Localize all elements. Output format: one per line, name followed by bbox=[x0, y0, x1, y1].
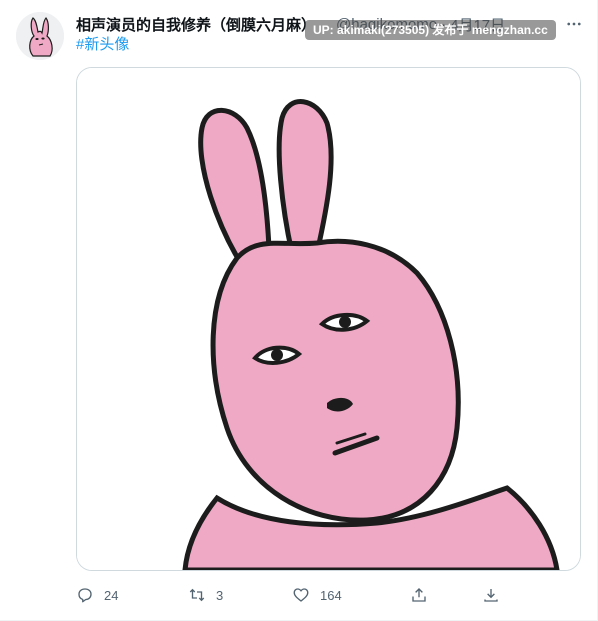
like-button[interactable]: 164 bbox=[292, 582, 342, 608]
download-button[interactable] bbox=[482, 582, 500, 608]
like-count: 164 bbox=[320, 587, 342, 603]
rabbit-illustration bbox=[77, 68, 580, 570]
download-icon bbox=[484, 589, 498, 602]
reply-button[interactable]: 24 bbox=[76, 582, 118, 608]
retweet-count: 3 bbox=[216, 587, 224, 603]
watermark-overlay: UP: akimaki(273505) 发布于 mengzhan.cc bbox=[305, 20, 556, 40]
retweet-icon bbox=[189, 588, 205, 602]
like-icon bbox=[293, 588, 309, 602]
tweet-card[interactable]: 相声演员的自我修养（倒膜六月麻） @hagikomomo · 4月17日 UP:… bbox=[0, 0, 598, 621]
avatar[interactable] bbox=[16, 12, 64, 60]
display-name[interactable]: 相声演员的自我修养（倒膜六月麻） bbox=[76, 14, 316, 35]
hashtag-link[interactable]: #新头像 bbox=[76, 35, 129, 55]
tweet-media-image[interactable] bbox=[76, 67, 581, 571]
retweet-button[interactable]: 3 bbox=[188, 582, 223, 608]
reply-icon bbox=[78, 588, 92, 603]
reply-count: 24 bbox=[104, 587, 119, 603]
more-button[interactable] bbox=[560, 10, 588, 38]
more-icon bbox=[567, 22, 581, 26]
tweet-actions: 24 3 164 bbox=[76, 582, 506, 608]
share-icon bbox=[412, 588, 426, 602]
share-button[interactable] bbox=[410, 582, 428, 608]
